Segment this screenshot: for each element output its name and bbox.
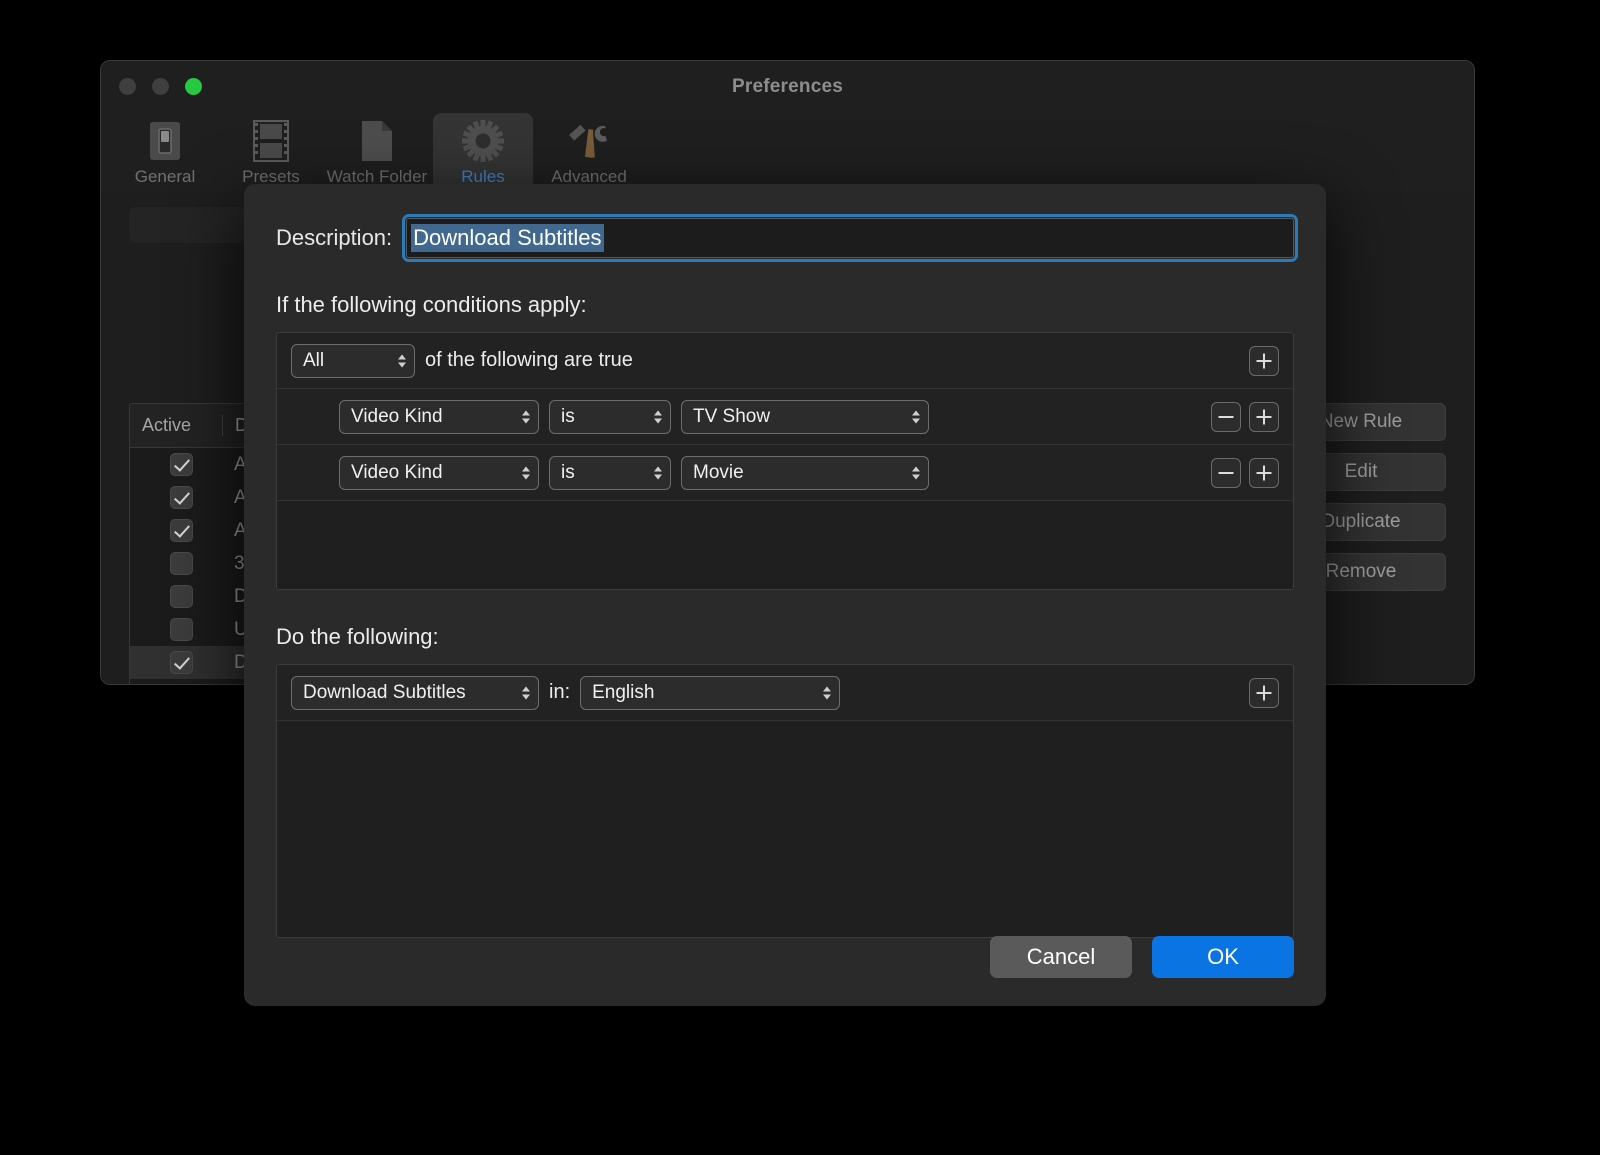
chevron-updown-icon — [912, 410, 920, 423]
conditions-heading: If the following conditions apply: — [276, 292, 587, 317]
chevron-updown-icon — [654, 410, 662, 423]
condition-operator-select[interactable]: is — [549, 455, 671, 490]
hammer-wrench-icon — [566, 119, 612, 163]
checkbox-icon[interactable] — [169, 651, 193, 674]
toolbar-item-watch-folder[interactable]: Watch Folder — [327, 113, 427, 191]
toolbar-item-general[interactable]: General — [115, 113, 215, 191]
chevron-updown-icon — [522, 410, 530, 423]
checkbox-icon[interactable] — [169, 519, 193, 542]
close-window-button[interactable] — [119, 78, 136, 95]
checkbox-icon[interactable] — [169, 453, 193, 476]
traffic-light-group — [119, 78, 202, 95]
toolbar-item-general-label: General — [134, 167, 196, 186]
gear-icon — [461, 119, 505, 163]
switch-icon — [147, 119, 183, 163]
chevron-updown-icon — [522, 686, 530, 699]
row-active-cell[interactable] — [140, 618, 222, 641]
action-row: Download Subtitles in: English — [277, 665, 1293, 721]
window-title: Preferences — [732, 76, 843, 97]
add-action-button[interactable] — [1249, 677, 1279, 708]
dialog-button-group: Cancel OK — [990, 936, 1294, 978]
condition-row-buttons — [1211, 401, 1279, 432]
minimize-window-button[interactable] — [152, 78, 169, 95]
checkbox-icon[interactable] — [169, 585, 193, 608]
action-connector-label: in: — [549, 681, 571, 703]
actions-panel: Download Subtitles in: English — [276, 664, 1294, 938]
toolbar-item-advanced[interactable]: Advanced — [539, 113, 639, 191]
toolbar-item-presets[interactable]: Presets — [221, 113, 321, 191]
condition-value-select[interactable]: TV Show — [681, 399, 929, 434]
action-value: Download Subtitles — [303, 681, 466, 703]
condition-field-select[interactable]: Video Kind — [339, 399, 539, 434]
row-active-cell[interactable] — [140, 585, 222, 608]
condition-row: Video Kind is Movie — [277, 445, 1293, 501]
condition-value-value: Movie — [693, 461, 744, 483]
condition-field-value: Video Kind — [351, 405, 443, 427]
ok-button[interactable]: OK — [1152, 936, 1294, 978]
conditions-panel: All of the following are true Video Kind… — [276, 332, 1294, 590]
add-condition-button[interactable] — [1249, 457, 1279, 488]
add-condition-button[interactable] — [1249, 345, 1279, 376]
rule-editor-dialog: Description: Download Subtitles If the f… — [244, 184, 1326, 1006]
checkbox-icon[interactable] — [169, 618, 193, 641]
remove-condition-button[interactable] — [1211, 401, 1241, 432]
chevron-updown-icon — [912, 466, 920, 479]
remove-condition-button[interactable] — [1211, 457, 1241, 488]
window-titlebar: Preferences — [101, 61, 1474, 113]
preferences-toolbar: General Presets Watch Folder Rules Advan… — [101, 113, 1474, 191]
zoom-window-button[interactable] — [185, 78, 202, 95]
condition-operator-value: is — [561, 461, 575, 483]
chevron-updown-icon — [823, 686, 832, 699]
chevron-updown-icon — [398, 354, 406, 367]
action-select[interactable]: Download Subtitles — [291, 675, 539, 710]
condition-value-select[interactable]: Movie — [681, 455, 929, 490]
condition-field-value: Video Kind — [351, 461, 443, 483]
match-type-value: All — [303, 349, 325, 371]
action-language-value: English — [592, 681, 655, 703]
checkbox-icon[interactable] — [169, 552, 193, 575]
toolbar-item-rules[interactable]: Rules — [433, 113, 533, 191]
row-active-cell[interactable] — [140, 453, 222, 476]
conditions-empty-area — [277, 501, 1293, 589]
description-input-value: Download Subtitles — [411, 224, 604, 252]
chevron-updown-icon — [522, 466, 530, 479]
document-icon — [360, 119, 394, 163]
description-row: Description: Download Subtitles — [276, 214, 1298, 262]
row-active-cell[interactable] — [140, 486, 222, 509]
checkbox-icon[interactable] — [169, 486, 193, 509]
description-input[interactable]: Download Subtitles — [402, 214, 1298, 262]
film-strip-icon — [252, 119, 290, 163]
chevron-updown-icon — [654, 466, 662, 479]
row-active-cell[interactable] — [140, 519, 222, 542]
description-label: Description: — [276, 225, 393, 250]
cancel-button[interactable]: Cancel — [990, 936, 1132, 978]
match-row: All of the following are true — [277, 333, 1293, 389]
condition-row: Video Kind is TV Show — [277, 389, 1293, 445]
match-type-select[interactable]: All — [291, 343, 415, 378]
actions-heading: Do the following: — [276, 624, 439, 649]
row-active-cell[interactable] — [140, 552, 222, 575]
row-active-cell[interactable] — [140, 651, 222, 674]
column-header-active[interactable]: Active — [130, 415, 222, 436]
condition-operator-select[interactable]: is — [549, 399, 671, 434]
condition-operator-value: is — [561, 405, 575, 427]
action-language-select[interactable]: English — [580, 675, 841, 710]
match-suffix-label: of the following are true — [425, 349, 633, 371]
condition-row-buttons — [1211, 457, 1279, 488]
condition-field-select[interactable]: Video Kind — [339, 455, 539, 490]
add-condition-button[interactable] — [1249, 401, 1279, 432]
actions-empty-area — [277, 721, 1293, 937]
condition-value-value: TV Show — [693, 405, 771, 427]
